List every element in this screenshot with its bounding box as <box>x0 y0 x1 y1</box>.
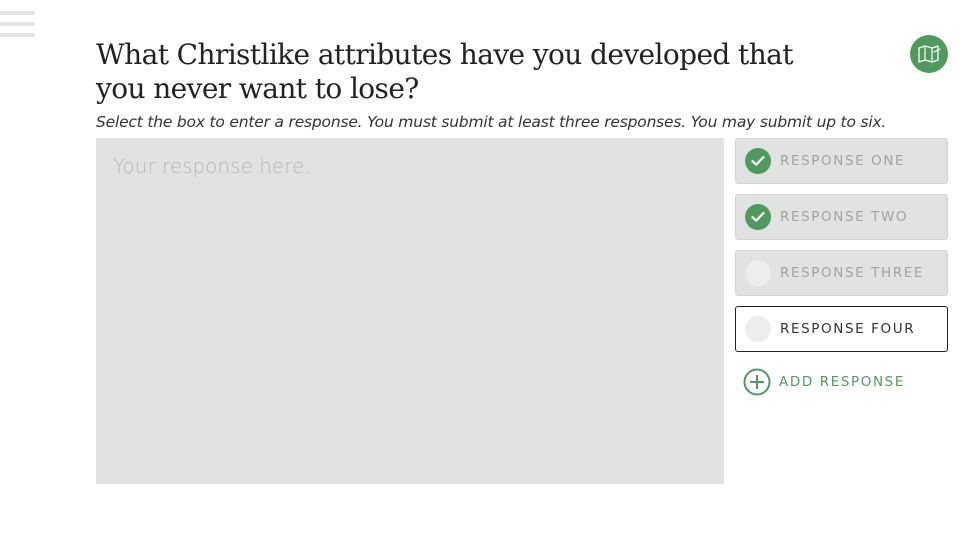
page: What Christlike attributes have you deve… <box>0 0 960 540</box>
map-icon <box>918 45 941 63</box>
plus-circle-icon <box>743 368 771 396</box>
empty-status-circle-icon <box>745 316 771 342</box>
response-list: RESPONSE ONE RESPONSE TWO RESPONSE THREE… <box>735 138 948 402</box>
empty-status-circle-icon <box>745 260 771 286</box>
map-button[interactable] <box>910 35 948 73</box>
response-label: RESPONSE FOUR <box>780 321 916 337</box>
response-item-one[interactable]: RESPONSE ONE <box>735 138 948 184</box>
response-textarea[interactable] <box>96 138 724 484</box>
response-item-four[interactable]: RESPONSE FOUR <box>735 306 948 352</box>
add-response-label: ADD RESPONSE <box>779 374 905 390</box>
response-label: RESPONSE TWO <box>780 209 909 225</box>
checkmark-icon <box>745 204 771 230</box>
menu-button[interactable] <box>0 8 36 44</box>
response-item-two[interactable]: RESPONSE TWO <box>735 194 948 240</box>
checkmark-icon <box>745 148 771 174</box>
response-item-three[interactable]: RESPONSE THREE <box>735 250 948 296</box>
instructions-text: Select the box to enter a response. You … <box>96 113 887 131</box>
hamburger-menu-icon <box>0 11 35 37</box>
add-response-button[interactable]: ADD RESPONSE <box>735 362 948 402</box>
page-title: What Christlike attributes have you deve… <box>96 38 793 105</box>
response-label: RESPONSE ONE <box>780 153 906 169</box>
response-label: RESPONSE THREE <box>780 265 924 281</box>
